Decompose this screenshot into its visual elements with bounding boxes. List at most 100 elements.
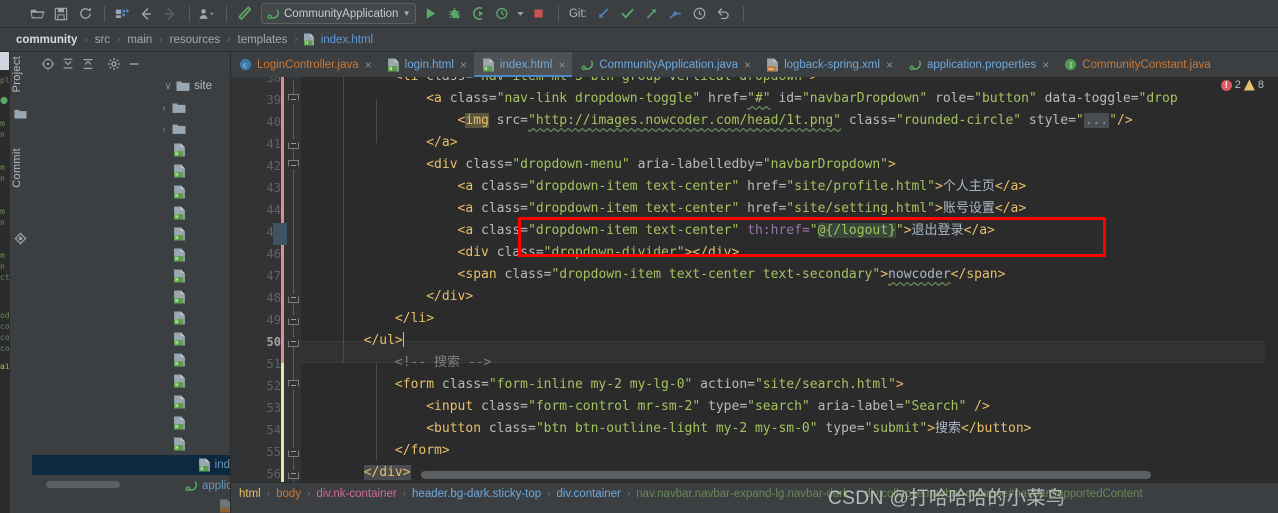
tree-node-html-15[interactable]: H — [173, 434, 186, 454]
tab-index-html[interactable]: H index.html × — [473, 52, 573, 77]
tree-node-partial[interactable] — [219, 496, 230, 513]
breadcrumb-item-navbar[interactable]: nav.navbar.navbar-expand-lg.navbar-dark — [636, 488, 849, 500]
tree-node-folder-1[interactable]: › — [158, 98, 186, 118]
editor-error-stripe[interactable] — [1265, 77, 1278, 482]
profile-button[interactable] — [492, 3, 514, 25]
git-push-icon[interactable] — [641, 3, 663, 25]
fold-marker[interactable] — [288, 468, 299, 479]
tree-node-html-11[interactable]: H — [173, 350, 186, 370]
run-button[interactable] — [420, 3, 442, 25]
fold-marker[interactable] — [288, 380, 299, 391]
fold-marker[interactable] — [288, 94, 299, 105]
fold-marker[interactable] — [288, 138, 299, 149]
fold-marker[interactable] — [288, 160, 299, 171]
open-folder-icon[interactable] — [26, 3, 48, 25]
navbar-item-index-html[interactable]: index.html — [319, 33, 375, 47]
tab-community-constant-java[interactable]: I CommunityConstant.java — [1056, 52, 1223, 77]
sync-icon[interactable] — [74, 3, 96, 25]
expand-all-icon[interactable] — [58, 54, 78, 74]
tab-community-application-java[interactable]: CommunityApplication.java × — [572, 52, 758, 77]
git-pull-icon[interactable] — [665, 3, 687, 25]
settings-gear-icon[interactable] — [104, 54, 124, 74]
navbar-item-src[interactable]: src — [93, 33, 112, 47]
git-history-clock-icon[interactable] — [689, 3, 711, 25]
tree-node-html-8[interactable]: H — [173, 287, 186, 307]
run-with-coverage-button[interactable] — [468, 3, 490, 25]
navbar-item-templates[interactable]: templates — [236, 33, 290, 47]
editor-horizontal-scrollbar[interactable] — [421, 471, 1151, 479]
vcs-modified-stripe[interactable] — [281, 77, 284, 363]
tree-node-html-9[interactable]: H — [173, 308, 186, 328]
tab-application-properties[interactable]: application.properties × — [900, 52, 1056, 77]
tree-node-folder-2[interactable]: › — [158, 119, 186, 139]
navbar-separator: › — [159, 34, 163, 45]
breadcrumb-item-container[interactable]: div.container — [557, 488, 621, 500]
fold-marker[interactable] — [288, 77, 299, 82]
close-icon[interactable]: × — [365, 59, 372, 71]
chevron-right-icon[interactable]: › — [158, 124, 170, 135]
tree-node-html-1[interactable]: H — [173, 140, 186, 160]
tab-login-controller-java[interactable]: c LoginController.java × — [231, 52, 379, 77]
fold-marker[interactable] — [288, 336, 299, 347]
tree-node-html-12[interactable]: H — [173, 371, 186, 391]
user-dropdown-icon[interactable] — [196, 3, 218, 25]
breadcrumb-item-navbar-collapse[interactable]: div.collapse.navbar-collapse#navbarSuppo… — [864, 488, 1143, 500]
chevron-down-icon[interactable]: ∨ — [162, 81, 174, 92]
git-commit-icon[interactable] — [617, 3, 639, 25]
fold-marker[interactable] — [288, 446, 299, 457]
inspections-widget[interactable]: ! 2 8 — [1220, 79, 1264, 91]
fold-marker[interactable] — [288, 292, 299, 303]
code-editor[interactable]: 38 39 40 41 42 43 44 45 46 47 48 49 50 5… — [231, 77, 1278, 482]
breadcrumb-item-html[interactable]: html — [239, 488, 261, 500]
tree-node-html-6[interactable]: H — [173, 245, 186, 265]
hide-panel-icon[interactable] — [124, 54, 144, 74]
close-icon[interactable]: × — [886, 59, 893, 71]
tree-node-html-10[interactable]: H — [173, 329, 186, 349]
tree-node-html-13[interactable]: H — [173, 392, 186, 412]
git-rollback-undo-icon[interactable] — [713, 3, 735, 25]
tab-logback-spring-xml[interactable]: <> logback-spring.xml × — [758, 52, 900, 77]
project-horizontal-scrollbar[interactable] — [46, 481, 120, 488]
stop-button[interactable] — [528, 3, 550, 25]
tab-login-html[interactable]: H login.html × — [379, 52, 474, 77]
chevron-down-icon[interactable]: ▾ — [404, 8, 409, 19]
tree-node-html-14[interactable]: H — [173, 413, 186, 433]
sidebar-item-project[interactable]: Project — [11, 56, 23, 92]
tree-node-html-5[interactable]: H — [173, 224, 186, 244]
debug-button[interactable] — [444, 3, 466, 25]
tree-node-site[interactable]: ∨ site — [162, 76, 212, 96]
breadcrumb-item-nk-container[interactable]: div.nk-container — [316, 488, 396, 500]
vcs-added-stripe[interactable] — [281, 363, 284, 482]
tree-node-html-4[interactable]: H — [173, 203, 186, 223]
collapse-all-icon[interactable] — [78, 54, 98, 74]
folder-icon — [172, 102, 186, 114]
project-structure-icon[interactable] — [111, 3, 133, 25]
run-configuration-selector[interactable]: CommunityApplication ▾ — [261, 3, 416, 24]
tree-node-html-3[interactable]: H — [173, 182, 186, 202]
navbar-item-resources[interactable]: resources — [168, 33, 223, 47]
editor-code-content[interactable]: <li class="nav-item ml-3 btn-group-verti… — [301, 77, 1278, 482]
breadcrumb-item-body[interactable]: body — [276, 488, 301, 500]
navbar-item-community[interactable]: community — [14, 33, 79, 47]
tree-node-application-properties[interactable]: applic — [184, 476, 230, 496]
close-icon[interactable]: × — [1042, 59, 1049, 71]
editor-fold-column[interactable] — [273, 77, 301, 482]
breadcrumb-item-header[interactable]: header.bg-dark.sticky-top — [412, 488, 541, 500]
tree-node-html-2[interactable]: H — [173, 161, 186, 181]
build-hammer-icon[interactable] — [233, 3, 255, 25]
close-icon[interactable]: × — [744, 59, 751, 71]
close-icon[interactable]: × — [558, 59, 565, 71]
chevron-right-icon[interactable]: › — [158, 103, 170, 114]
tree-node-html-7[interactable]: H — [173, 266, 186, 286]
navbar-item-main[interactable]: main — [125, 33, 154, 47]
close-icon[interactable]: × — [460, 59, 467, 71]
sidebar-item-commit[interactable]: Commit — [11, 148, 23, 188]
project-tree[interactable]: ∨ site › › H H H H H H H H H H H H H H H… — [32, 76, 230, 513]
back-icon[interactable] — [135, 3, 157, 25]
save-all-icon[interactable] — [50, 3, 72, 25]
tree-node-index-html-selected[interactable]: H ind — [32, 455, 230, 475]
git-update-project-icon[interactable] — [593, 3, 615, 25]
fold-marker[interactable] — [288, 314, 299, 325]
select-opened-file-icon[interactable] — [38, 54, 58, 74]
profile-dropdown-icon[interactable] — [516, 3, 526, 25]
